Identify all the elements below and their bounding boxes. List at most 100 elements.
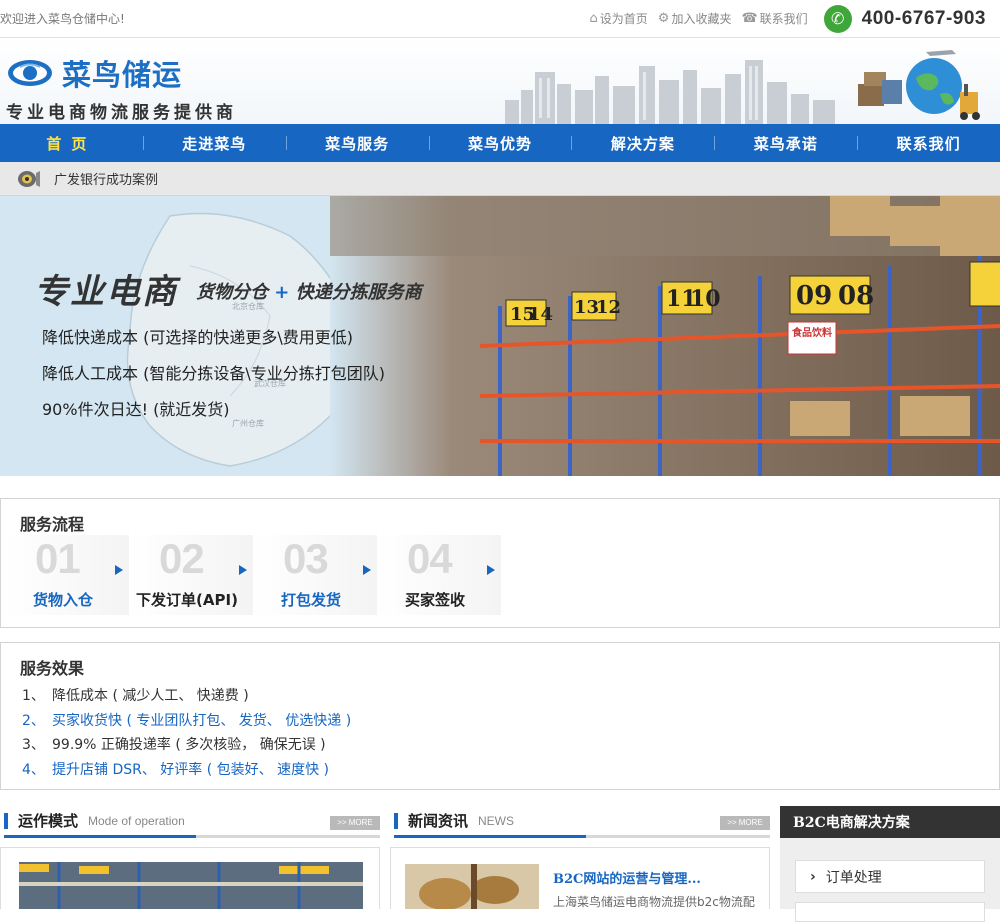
- section-underline: [394, 835, 586, 838]
- list-item-text: 降低成本 ( 减少人工、 快递费 ): [52, 688, 249, 704]
- operation-photo[interactable]: [19, 862, 363, 909]
- hero-banner[interactable]: 北京仓库 武汉仓库 广州仓库 15 14 13 12 11 10 09 08 食…: [0, 196, 1000, 476]
- nav-item-solutions[interactable]: 解决方案: [571, 133, 714, 154]
- sidebar-item-label: 订单处理: [825, 869, 882, 886]
- gear-icon: ⚙: [657, 11, 670, 26]
- list-item-number: 2、: [22, 712, 45, 729]
- section-underline: [4, 835, 196, 838]
- nav-item-about[interactable]: 走进菜鸟: [142, 133, 286, 154]
- service-flow-steps: 01 货物入仓 02 下发订单(API) 03 打包发货 04 买家签收: [5, 535, 501, 615]
- news-section-subtitle: NEWS: [478, 813, 515, 828]
- nav-item-services[interactable]: 菜鸟服务: [285, 133, 429, 154]
- logistics-globe-image: [858, 50, 980, 120]
- nav-item-contact[interactable]: 联系我们: [857, 133, 1000, 154]
- flow-step-number: 02: [159, 535, 205, 582]
- list-item-number: 3、: [22, 737, 45, 753]
- solutions-sidebar-title: B2C电商解决方案: [780, 806, 1000, 838]
- flow-step-label[interactable]: 货物入仓: [5, 589, 121, 610]
- sidebar-item-next[interactable]: [795, 902, 985, 922]
- speaker-icon: [18, 170, 40, 187]
- nav-item-advantages[interactable]: 菜鸟优势: [428, 133, 572, 154]
- list-item[interactable]: 4、 提升店铺 DSR、 好评率 ( 包装好、 速度快 ): [22, 758, 351, 783]
- set-home-label: 设为首页: [599, 12, 648, 26]
- contact-label: 联系我们: [759, 12, 808, 26]
- operation-section-title: 运作模式: [18, 812, 79, 830]
- banner-headline: 专业电商: [34, 272, 178, 312]
- sidebar-item-order-processing[interactable]: › 订单处理: [795, 860, 985, 893]
- arrow-right-icon: [239, 565, 247, 575]
- banner-sub-b: 快递分拣服务商: [295, 282, 422, 303]
- main-nav: 首页 走进菜鸟 菜鸟服务 菜鸟优势 解决方案 菜鸟承诺 联系我们: [0, 124, 1000, 162]
- slogan: 专业电商物流服务提供商: [6, 103, 237, 123]
- flow-step-label: 买家签收: [404, 591, 465, 609]
- banner-subheadline: 货物分仓 + 快递分拣服务商: [196, 278, 422, 304]
- top-links: ⌂ 设为首页 ⚙ 加入收藏夹 ☎ 联系我们 ✆ 400-6767-903: [590, 4, 987, 33]
- phone-icon: ✆: [823, 4, 852, 33]
- list-item-number: 1、: [22, 688, 45, 704]
- map-label-guangzhou: 广州仓库: [232, 418, 264, 428]
- list-item: 1、 降低成本 ( 减少人工、 快递费 ): [22, 684, 351, 709]
- hotline: ✆ 400-6767-903: [823, 4, 986, 33]
- nav-item-promise[interactable]: 菜鸟承诺: [714, 133, 857, 154]
- announcement-bar: 广发银行成功案例: [0, 162, 1000, 196]
- news-section-title: 新闻资讯: [408, 812, 469, 830]
- shelf-number-14: 14: [528, 304, 553, 325]
- flow-step-4: 04 买家签收: [377, 535, 501, 615]
- shelf-number-08: 08: [838, 281, 874, 311]
- service-flow-title: 服务流程: [20, 515, 85, 534]
- shelf-number-09: 09: [796, 281, 832, 311]
- news-item-title[interactable]: B2C网站的运营与管理...: [553, 868, 701, 887]
- arrow-right-icon: [363, 565, 371, 575]
- list-item[interactable]: 2、 买家收货快 ( 专业团队打包、 发货、 优选快递 ): [22, 709, 351, 734]
- service-effect-panel: 服务效果 1、 降低成本 ( 减少人工、 快递费 ) 2、 买家收货快 ( 专业团队…: [0, 642, 1000, 790]
- operation-section-subtitle: Mode of operation: [88, 813, 185, 828]
- solutions-sidebar: › 订单处理: [780, 838, 1000, 922]
- skyline-image: [505, 60, 835, 124]
- phone-number: 400-6767-903: [861, 7, 986, 29]
- list-item-text: 99.9% 正确投递率 ( 多次核验， 确保无误 ): [52, 737, 326, 753]
- flow-step-label[interactable]: 打包发货: [253, 589, 369, 610]
- home-icon: ⌂: [589, 11, 598, 26]
- flow-step-number: 04: [407, 535, 453, 582]
- operation-more-button[interactable]: >> MORE: [330, 816, 380, 830]
- list-item-text: 买家收货快 ( 专业团队打包、 发货、 优选快递 ): [52, 712, 352, 729]
- flow-step-number: 03: [283, 535, 329, 582]
- list-item-text: 提升店铺 DSR、 好评率 ( 包装好、 速度快 ): [52, 761, 330, 778]
- bookmark-label: 加入收藏夹: [671, 12, 732, 26]
- operation-card: [0, 847, 380, 909]
- section-marker: [394, 812, 398, 829]
- flow-step-3: 03 打包发货: [253, 535, 377, 615]
- set-home-link[interactable]: ⌂ 设为首页: [590, 10, 648, 27]
- nav-item-home[interactable]: 首页: [0, 133, 143, 154]
- arrow-right-icon: [487, 565, 495, 575]
- warehouse-image: 15 14 13 12 11 10 09 08 食品饮料: [330, 196, 1000, 476]
- list-item-number: 4、: [22, 761, 45, 778]
- shelf-number-10: 10: [690, 286, 721, 312]
- news-item-summary: 上海菜鸟储运电商物流提供b2c物流配: [553, 895, 755, 909]
- contact-link[interactable]: ☎ 联系我们: [741, 10, 807, 27]
- news-thumbnail[interactable]: [405, 864, 539, 909]
- banner-point-2: 降低人工成本 (智能分拣设备\专业分拣打包团队): [42, 364, 385, 383]
- flow-step-2: 02 下发订单(API): [129, 535, 253, 615]
- logo[interactable]: 菜鸟储运: [6, 52, 182, 94]
- logo-eye-icon: [8, 60, 52, 86]
- news-card: B2C网站的运营与管理... 上海菜鸟储运电商物流提供b2c物流配: [390, 847, 770, 909]
- banner-point-1: 降低快递成本 (可选择的快递更多\费用更低): [42, 328, 353, 347]
- bookmark-link[interactable]: ⚙ 加入收藏夹: [658, 10, 732, 27]
- banner-sub-a: 货物分仓: [196, 282, 268, 303]
- logo-text: 菜鸟储运: [62, 58, 183, 92]
- arrow-right-icon: [115, 565, 123, 575]
- banner-point-3: 90%件次日达! (就近发货): [42, 400, 230, 419]
- section-marker: [4, 812, 8, 829]
- news-section-header: 新闻资讯 NEWS >> MORE: [394, 806, 770, 838]
- news-more-button[interactable]: >> MORE: [720, 816, 770, 830]
- list-item: 3、 99.9% 正确投递率 ( 多次核验， 确保无误 ): [22, 733, 351, 758]
- announcement-link[interactable]: 广发银行成功案例: [54, 169, 158, 188]
- chevron-right-icon: ›: [810, 868, 816, 885]
- top-bar: 欢迎进入菜鸟仓储中心! ⌂ 设为首页 ⚙ 加入收藏夹 ☎ 联系我们 ✆ 400-676…: [0, 0, 1000, 38]
- banner-sub-plus: +: [274, 282, 290, 303]
- shelf-number-12: 12: [596, 297, 621, 318]
- welcome-text: 欢迎进入菜鸟仓储中心!: [0, 12, 125, 26]
- flow-step-1: 01 货物入仓: [5, 535, 129, 615]
- telephone-icon: ☎: [741, 11, 758, 26]
